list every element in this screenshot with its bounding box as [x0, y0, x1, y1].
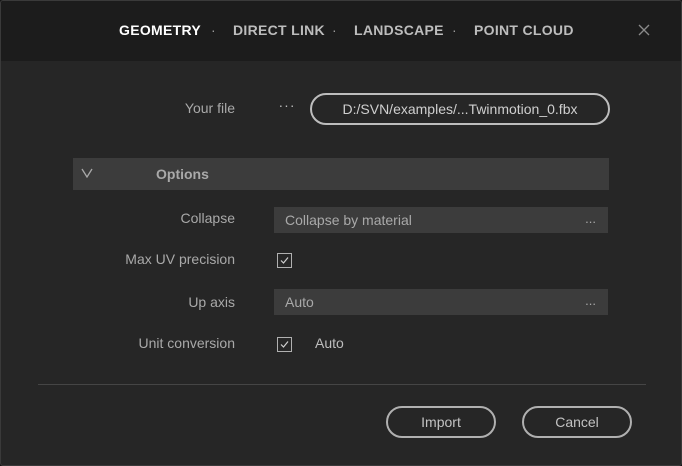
- tab-header: GEOMETRY · DIRECT LINK · LANDSCAPE · POI…: [1, 1, 681, 61]
- checkmark-icon: [280, 257, 289, 264]
- file-path-field[interactable]: D:/SVN/examples/...Twinmotion_0.fbx: [310, 93, 610, 125]
- your-file-label: Your file: [184, 100, 235, 116]
- import-dialog: GEOMETRY · DIRECT LINK · LANDSCAPE · POI…: [0, 0, 682, 466]
- tab-point-cloud[interactable]: POINT CLOUD: [474, 22, 574, 38]
- close-icon[interactable]: [635, 21, 653, 39]
- up-axis-label: Up axis: [188, 294, 235, 310]
- browse-button[interactable]: ···: [276, 98, 298, 118]
- import-button[interactable]: Import: [386, 406, 496, 438]
- tab-landscape[interactable]: LANDSCAPE: [354, 22, 444, 38]
- up-axis-value: Auto: [285, 294, 314, 310]
- unit-conversion-value: Auto: [315, 335, 344, 351]
- tab-separator: ·: [452, 22, 457, 38]
- up-axis-dropdown[interactable]: Auto ...: [274, 289, 608, 315]
- tab-separator: ·: [211, 22, 216, 38]
- max-uv-precision-checkbox[interactable]: [277, 253, 292, 268]
- up-axis-more-icon: ...: [585, 293, 596, 308]
- collapse-more-icon: ...: [585, 211, 596, 226]
- options-section-header[interactable]: Options: [73, 158, 609, 190]
- checkmark-icon: [280, 341, 289, 348]
- unit-conversion-label: Unit conversion: [138, 335, 236, 351]
- collapse-value: Collapse by material: [285, 212, 412, 228]
- tab-geometry[interactable]: GEOMETRY: [119, 22, 201, 38]
- collapse-dropdown[interactable]: Collapse by material ...: [274, 207, 608, 233]
- unit-conversion-checkbox[interactable]: [277, 337, 292, 352]
- tab-separator: ·: [332, 22, 337, 38]
- collapse-label: Collapse: [180, 210, 235, 226]
- tab-direct-link[interactable]: DIRECT LINK: [233, 22, 325, 38]
- chevron-down-icon: [81, 168, 93, 178]
- cancel-button[interactable]: Cancel: [522, 406, 632, 438]
- max-uv-precision-label: Max UV precision: [125, 251, 235, 267]
- options-title: Options: [156, 166, 209, 182]
- footer-divider: [38, 384, 646, 385]
